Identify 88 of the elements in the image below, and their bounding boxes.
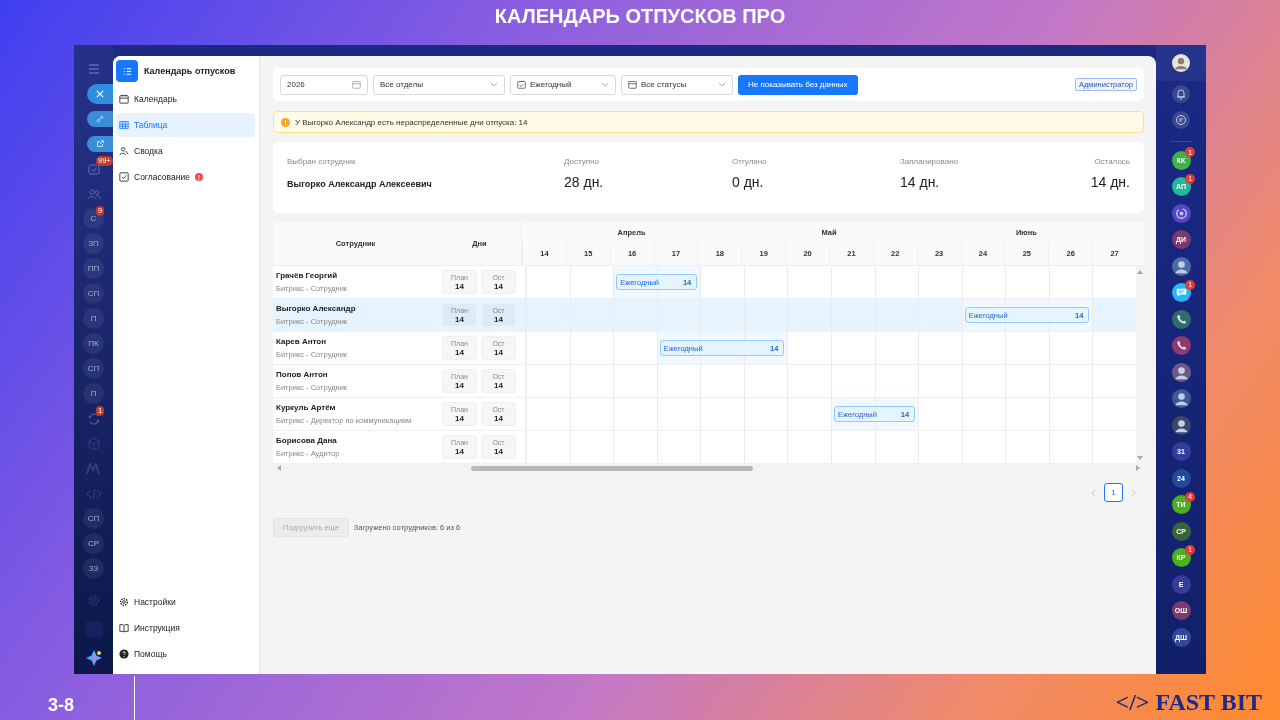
link-icon [96,114,104,123]
summary-label: Запланировано [900,157,959,166]
checklist-icon[interactable] [87,162,100,175]
status-select[interactable]: Все статусы [621,74,733,95]
close-button[interactable] [87,83,113,104]
employee-name: Выгорко Александр [276,304,357,313]
slide-number: 3-8 [48,695,75,716]
chat-initials[interactable]: П [83,308,104,329]
app-logo-icon[interactable] [116,60,138,82]
avatar-icon[interactable] [1171,362,1191,382]
app-title: Календарь отпусков [144,66,236,76]
chat-initials[interactable]: СР [83,533,104,554]
chat-initials[interactable]: ЗЗ [83,558,104,579]
employee-name: Борисова Дана [276,436,338,445]
employee-name: Карев Антон [276,337,328,346]
star-logo-icon[interactable] [84,648,103,667]
chat-bubble-icon[interactable] [1171,283,1191,303]
checkbox-icon [119,172,129,182]
chevron-down-icon [718,82,726,87]
sidebar-item[interactable]: Помощь [116,642,255,666]
avatar-icon[interactable] [1171,389,1191,409]
close-icon [96,89,104,98]
sidebar-item[interactable]: Сводка [116,139,255,163]
employee-name: Попов Антон [276,370,329,379]
brand-name: </> FAST BIT [1115,689,1262,716]
summary-label: Отгуляно [732,157,768,166]
scroll-right-icon[interactable] [1136,465,1140,471]
sidebar-item[interactable]: Календарь [116,87,255,111]
chevron-down-icon [490,82,498,87]
chat-initials[interactable]: ПП [83,258,104,279]
phone-icon[interactable] [1171,309,1191,329]
department-select[interactable]: Все отделы [373,74,505,95]
chat-icon[interactable] [1172,111,1190,129]
external-link-icon [96,139,104,148]
phone-icon[interactable] [1171,336,1191,356]
external-link-button[interactable] [87,135,113,152]
employee-name: Куркуль Артём [276,403,337,412]
year-field[interactable]: 2026 [280,74,368,95]
summary-label: Выбран сотрудник [287,157,357,166]
brand-m-icon[interactable] [85,462,102,475]
hide-empty-button[interactable]: Не показывать без данных [738,74,858,95]
sync-icon[interactable] [86,411,101,426]
people-icon[interactable] [86,187,101,200]
menu-icon[interactable] [87,63,100,74]
type-select[interactable]: Ежегодный [510,74,616,95]
settings-icon [119,597,129,607]
summary-value: 28 дн. [564,174,605,190]
avatar-icon[interactable] [1172,54,1190,72]
scroll-down-icon[interactable] [1137,456,1143,460]
summary-value: 14 дн. [1090,174,1130,190]
alert-text: У Выгорко Александр есть нераспределенные дни отпуска: 14 [295,117,528,127]
chat-initials[interactable]: СП [83,358,104,379]
code-icon[interactable] [85,487,102,500]
chat-initials[interactable]: СП [83,283,104,304]
sidebar-item[interactable]: Настройки [116,590,255,614]
scroll-up-icon[interactable] [1137,270,1143,274]
scroll-left-icon[interactable] [277,465,281,471]
summary-value: 0 дн. [732,174,765,190]
swirl-icon[interactable] [1171,203,1191,223]
sidebar-item[interactable]: Инструкция [116,616,255,640]
page-button[interactable]: 1 [1104,483,1123,502]
calendar-icon [628,80,637,89]
vertical-scrollbar[interactable] [1136,266,1144,464]
summary-label: Осталось [1094,157,1130,166]
chat-initials[interactable]: СП [83,508,104,529]
grid-icon [119,120,129,130]
link-button[interactable] [87,110,113,127]
bell-icon[interactable] [1172,85,1190,103]
summary-value: 14 дн. [900,174,941,190]
book-icon [119,623,129,633]
people-icon [119,146,129,156]
chat-initials[interactable]: П [83,383,104,404]
calendar-icon [119,94,129,104]
chat-initials[interactable]: ПК [83,333,104,354]
cube-icon[interactable] [86,436,101,451]
warning-icon [281,117,290,127]
employee-name: Выгорко Александр Алексеевич [287,179,433,189]
slide-title: КАЛЕНДАРЬ ОТПУСКОВ ПРО [493,4,787,29]
summary-label: Доступно [564,157,600,166]
avatar-icon[interactable] [1171,256,1191,276]
chat-initials[interactable]: ЗП [83,233,104,254]
chevron-down-icon [601,82,609,87]
employee-name: Грачёв Георгий [276,271,339,280]
avatar-icon[interactable] [1171,415,1191,435]
calendar-check-icon [517,80,526,89]
sidebar-item[interactable]: Таблица [116,113,255,137]
help-icon [119,649,129,659]
calendar-icon [352,80,361,89]
